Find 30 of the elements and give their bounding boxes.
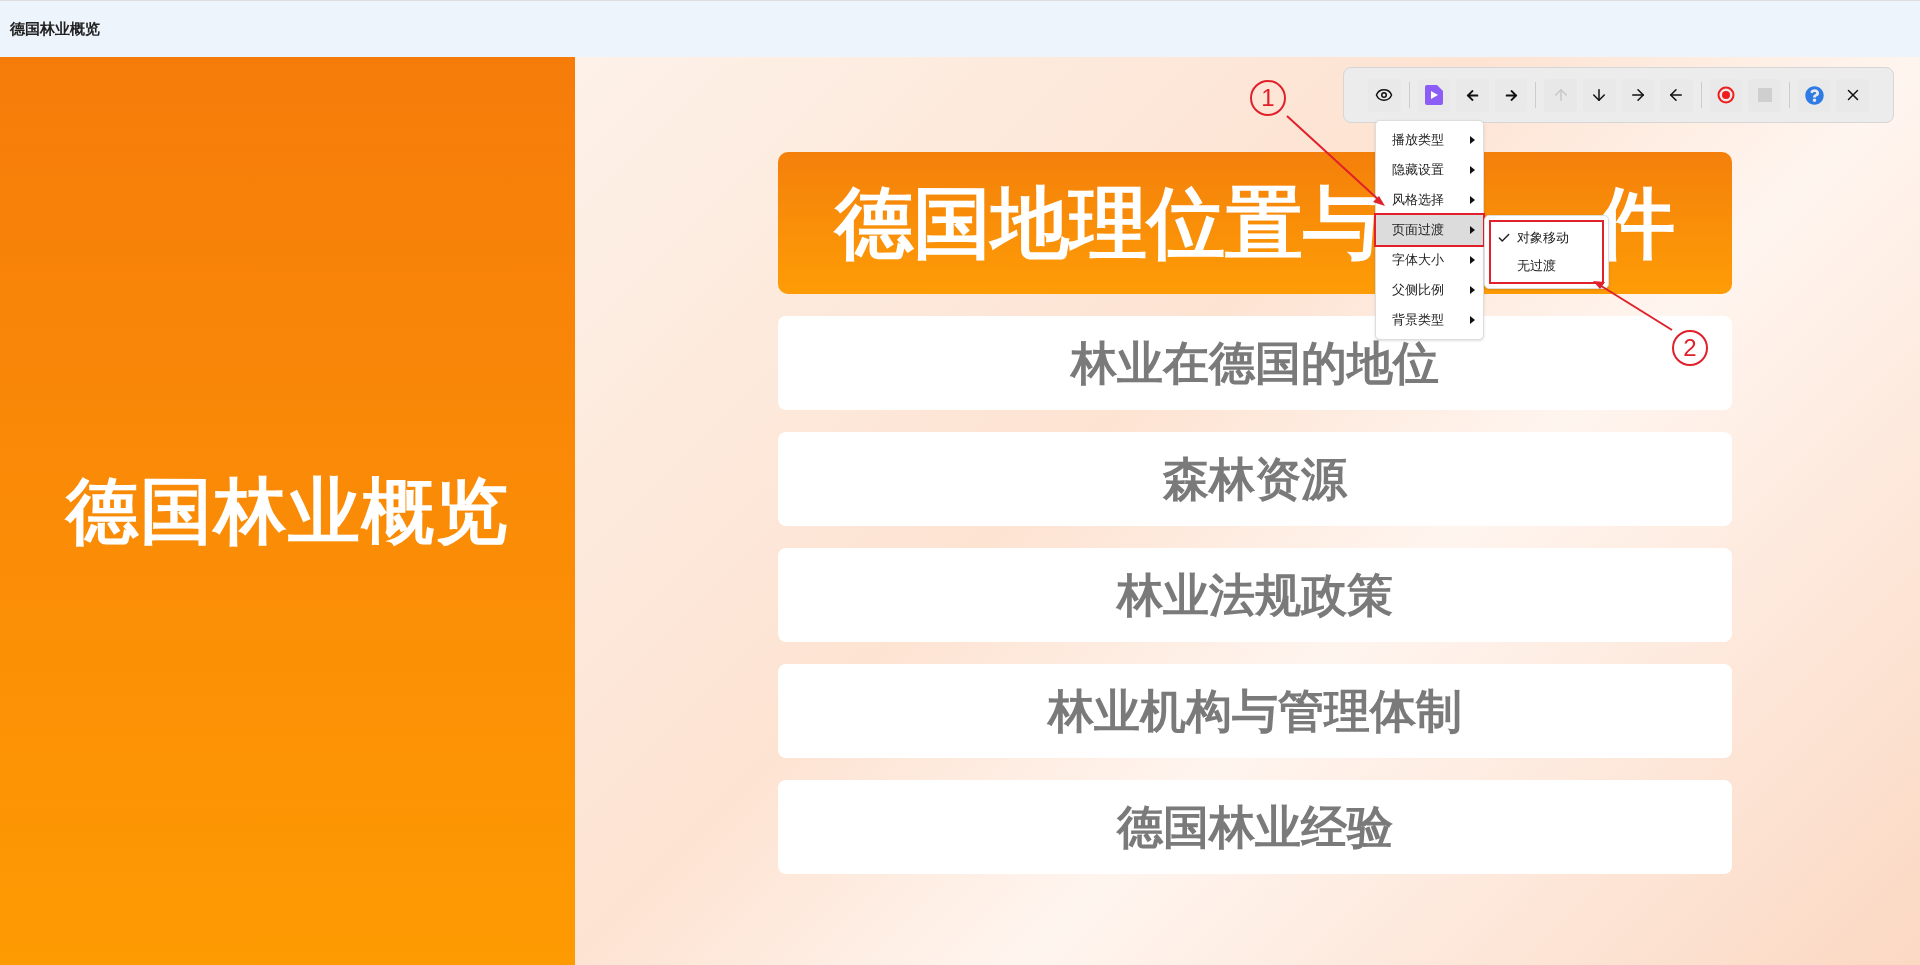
submenu-caret-icon: [1470, 316, 1475, 324]
submenu-item[interactable]: 对象移动: [1491, 224, 1602, 252]
check-icon: [1497, 231, 1511, 245]
topic-text: 林业机构与管理体制: [1048, 683, 1462, 739]
deck-title: 德国林业概览: [65, 470, 510, 553]
menu-item[interactable]: 页面过渡: [1376, 215, 1483, 245]
record-icon: [1717, 86, 1735, 104]
annotation-marker: 2: [1672, 330, 1708, 366]
submenu-caret-icon: [1470, 136, 1475, 144]
submenu-caret-icon: [1470, 286, 1475, 294]
arrow-right-icon: [1504, 88, 1518, 102]
stop-icon: [1757, 88, 1772, 102]
submenu-caret-icon: [1470, 196, 1475, 204]
submenu-item[interactable]: 无过渡: [1491, 252, 1602, 280]
video-file-icon: [1424, 85, 1443, 105]
menu-item[interactable]: 背景类型: [1376, 305, 1483, 335]
submenu-caret-icon: [1470, 256, 1475, 264]
eye-icon: [1375, 86, 1394, 104]
topic-text: 德国林业经验: [1117, 799, 1393, 855]
topic-text: 林业在德国的地位: [1071, 335, 1439, 391]
annotation-marker: 1: [1250, 80, 1286, 116]
help-icon: [1804, 85, 1824, 105]
topic-text: 森林资源: [1163, 451, 1347, 507]
submenu-caret-icon: [1470, 166, 1475, 174]
menu-item[interactable]: 播放类型: [1376, 125, 1483, 155]
submenu-caret-icon: [1470, 226, 1475, 234]
arrow-left-icon: [1465, 88, 1479, 102]
window-title: 德国林业概览: [10, 18, 100, 39]
topic-text: 林业法规政策: [1117, 567, 1393, 623]
menu-item[interactable]: 父侧比例: [1376, 275, 1483, 305]
